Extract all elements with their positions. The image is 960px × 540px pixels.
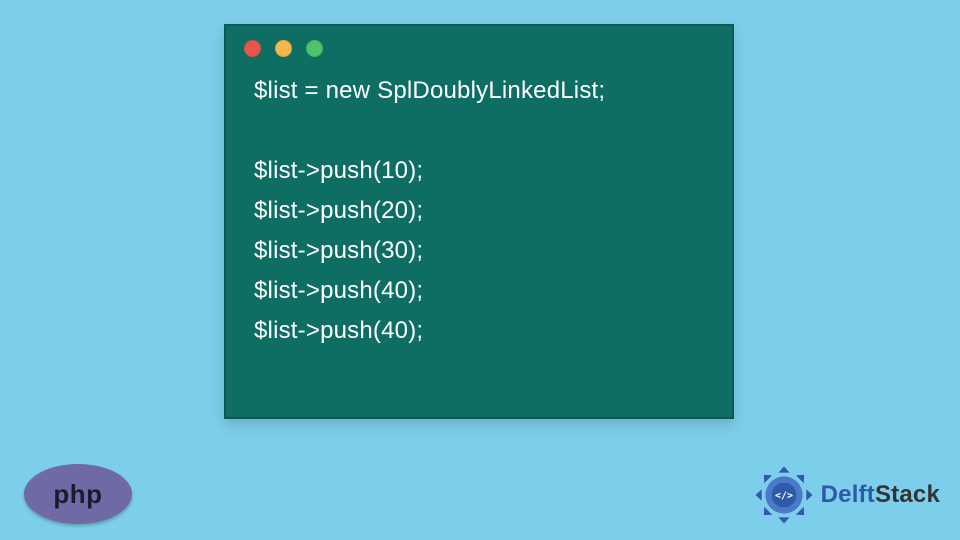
code-line: $list->push(40); (254, 311, 704, 351)
code-line: $list->push(40); (254, 271, 704, 311)
code-line: $list->push(10); (254, 151, 704, 191)
delftstack-gear-icon: </> (753, 464, 815, 526)
code-area: $list = new SplDoublyLinkedList; $list->… (226, 65, 732, 371)
code-blank-line (254, 111, 704, 151)
php-label: php (53, 479, 102, 510)
delft-text-part2: Stack (875, 481, 940, 508)
delft-text-part1: Delft (821, 481, 875, 508)
minimize-icon (275, 40, 292, 57)
code-line: $list->push(30); (254, 231, 704, 271)
canvas: $list = new SplDoublyLinkedList; $list->… (0, 0, 960, 540)
code-line: $list->push(20); (254, 191, 704, 231)
window-titlebar (226, 26, 732, 65)
delftstack-label: DelftStack (821, 481, 940, 509)
code-line: $list = new SplDoublyLinkedList; (254, 71, 704, 111)
php-logo: php (24, 464, 132, 524)
php-ellipse-icon: php (24, 464, 132, 524)
delftstack-logo: </> DelftStack (753, 464, 940, 526)
code-window: $list = new SplDoublyLinkedList; $list->… (224, 24, 734, 419)
maximize-icon (306, 40, 323, 57)
close-icon (244, 40, 261, 57)
svg-text:</>: </> (775, 491, 793, 502)
